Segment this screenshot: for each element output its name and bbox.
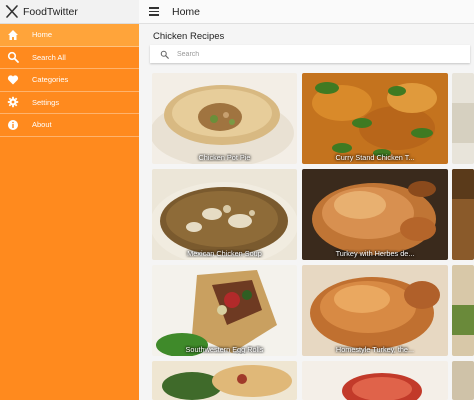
sidebar-item-home[interactable]: Home bbox=[0, 24, 139, 47]
recipe-card[interactable]: Southwestern Egg Rolls bbox=[152, 265, 297, 356]
recipe-image bbox=[452, 73, 474, 164]
recipe-card[interactable]: Curry Stand Chicken T... bbox=[302, 73, 448, 164]
sidebar-item-label: Search All bbox=[32, 52, 66, 62]
recipe-card-partial[interactable] bbox=[452, 265, 474, 356]
top-bar: Home bbox=[139, 0, 474, 24]
info-icon bbox=[6, 118, 20, 132]
sidebar-item-settings[interactable]: Settings bbox=[0, 92, 139, 114]
sidebar-item-label: Home bbox=[32, 30, 53, 40]
search-icon bbox=[160, 50, 169, 59]
gear-icon bbox=[6, 95, 20, 109]
recipe-title: Chicken Pot Pie bbox=[198, 153, 251, 162]
recipe-title: Southwestern Egg Rolls bbox=[185, 345, 264, 354]
page-title: Home bbox=[172, 5, 201, 18]
menu-icon[interactable] bbox=[149, 5, 163, 19]
recipe-title: Turkey with Herbes de... bbox=[335, 249, 415, 258]
chicken-curry-image bbox=[302, 73, 448, 164]
heart-icon bbox=[6, 73, 20, 87]
fork-knife-icon bbox=[4, 4, 20, 20]
recipe-image bbox=[452, 361, 474, 400]
sidebar-item-search-all[interactable]: Search All bbox=[0, 47, 139, 69]
recipe-card[interactable] bbox=[302, 361, 448, 400]
home-icon bbox=[6, 28, 20, 42]
app-header: FoodTwitter bbox=[0, 0, 139, 24]
recipe-title: Homestyle Turkey, the... bbox=[335, 345, 415, 354]
recipe-image bbox=[152, 361, 297, 400]
recipe-card[interactable]: Homestyle Turkey, the... bbox=[302, 265, 448, 356]
recipe-card-partial[interactable] bbox=[452, 361, 474, 400]
mexican-chicken-soup-image bbox=[152, 169, 297, 260]
recipe-image bbox=[452, 265, 474, 356]
sidebar-item-label: Settings bbox=[32, 97, 60, 107]
turkey-herbes-image bbox=[302, 169, 448, 260]
recipe-card[interactable]: Mexican Chicken Soup bbox=[152, 169, 297, 260]
recipe-title: Curry Stand Chicken T... bbox=[335, 153, 415, 162]
sidebar: FoodTwitter Home Search All Categories S… bbox=[0, 0, 139, 400]
sidebar-item-label: About bbox=[32, 120, 52, 130]
recipe-title: Mexican Chicken Soup bbox=[187, 249, 262, 258]
app-title: FoodTwitter bbox=[23, 5, 78, 18]
search-icon bbox=[6, 50, 20, 64]
recipe-image bbox=[302, 361, 448, 400]
recipe-card[interactable]: Chicken Pot Pie bbox=[152, 73, 297, 164]
sidebar-item-categories[interactable]: Categories bbox=[0, 69, 139, 92]
southwestern-egg-rolls-image bbox=[152, 265, 297, 356]
section-title: Chicken Recipes bbox=[153, 31, 225, 42]
recipe-card-partial[interactable] bbox=[452, 169, 474, 260]
sidebar-item-label: Categories bbox=[32, 75, 69, 85]
chicken-pot-pie-image bbox=[152, 73, 297, 164]
search-input[interactable] bbox=[177, 50, 457, 58]
recipe-card[interactable]: Turkey with Herbes de... bbox=[302, 169, 448, 260]
search-bar[interactable] bbox=[150, 45, 470, 63]
recipe-card-partial[interactable] bbox=[452, 73, 474, 164]
recipe-image bbox=[452, 169, 474, 260]
homestyle-turkey-image bbox=[302, 265, 448, 356]
sidebar-item-about[interactable]: About bbox=[0, 114, 139, 137]
recipe-card[interactable] bbox=[152, 361, 297, 400]
